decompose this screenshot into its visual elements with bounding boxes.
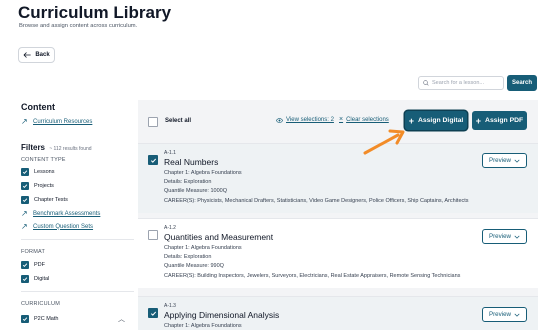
curriculum-resources-link[interactable]: ↗ Curriculum Resources xyxy=(21,117,92,126)
lesson-careers: CAREER(S): Physicists, Mechanical Drafte… xyxy=(164,198,469,204)
chevron-up-icon[interactable]: ︿ xyxy=(118,314,125,324)
benchmark-assessments-link[interactable]: ↗ Benchmark Assessments xyxy=(21,209,100,218)
view-selections-link[interactable]: View selections: 2 xyxy=(276,117,334,123)
preview-button[interactable]: Preview xyxy=(482,229,527,244)
clear-selections-link[interactable]: × Clear selections xyxy=(339,116,389,123)
checkbox-checked[interactable] xyxy=(21,182,29,190)
lesson-card[interactable]: A-1.1 Real Numbers Chapter 1: Algebra Fo… xyxy=(138,143,538,213)
search-input[interactable] xyxy=(432,80,502,86)
lesson-quantile: Quantile Measure: 1000Q xyxy=(164,188,227,194)
card-checkbox[interactable] xyxy=(148,230,158,240)
checkbox-checked[interactable] xyxy=(21,315,29,323)
external-arrow-icon: ↗ xyxy=(21,209,28,218)
filter-lessons[interactable]: Lessons xyxy=(21,168,55,176)
chevron-down-icon xyxy=(514,235,520,239)
eye-icon xyxy=(276,117,283,123)
annotation-arrow-icon xyxy=(363,129,405,155)
content-heading: Content xyxy=(21,102,55,112)
back-button-label: Back xyxy=(35,52,50,58)
filter-projects[interactable]: Projects xyxy=(21,182,54,190)
lesson-code: A-1.2 xyxy=(164,225,176,231)
preview-button[interactable]: Preview xyxy=(482,307,527,322)
lesson-careers: CAREER(S): Building Inspectors, Jewelers… xyxy=(164,273,461,279)
filter-chapter-tests[interactable]: Chapter Tests xyxy=(21,196,68,204)
lesson-code: A-1.1 xyxy=(164,150,176,156)
checkbox-checked[interactable] xyxy=(21,196,29,204)
page-title: Curriculum Library xyxy=(18,3,172,22)
plus-icon: + xyxy=(475,115,482,126)
checkbox-checked[interactable] xyxy=(21,275,29,283)
assign-pdf-button[interactable]: + Assign PDF xyxy=(472,111,527,130)
lesson-details: Details: Exploration xyxy=(164,179,212,185)
external-arrow-icon: ↗ xyxy=(21,222,28,231)
format-label: FORMAT xyxy=(21,249,46,255)
plus-icon: + xyxy=(408,115,414,126)
preview-button[interactable]: Preview xyxy=(482,153,527,168)
page-subtitle: Browse and assign content across curricu… xyxy=(19,23,138,29)
filters-heading: Filters ~ 112 results found xyxy=(21,143,92,152)
divider xyxy=(21,291,134,292)
lesson-card[interactable]: A-1.3 Applying Dimensional Analysis Chap… xyxy=(138,296,538,330)
selection-toolbar: Select all View selections: 2 × Clear se… xyxy=(138,100,538,142)
lesson-chapter: Chapter 1: Algebra Foundations xyxy=(164,170,242,176)
card-checkbox[interactable] xyxy=(148,155,158,165)
divider xyxy=(21,239,134,240)
select-all-label: Select all xyxy=(165,118,192,124)
filter-pdf[interactable]: PDF xyxy=(21,261,45,269)
external-arrow-icon: ↗ xyxy=(21,117,28,126)
assign-digital-button[interactable]: + Assign Digital xyxy=(405,111,467,130)
lesson-chapter: Chapter 1: Algebra Foundations xyxy=(164,323,242,329)
chevron-down-icon xyxy=(514,159,520,163)
results-panel: Select all View selections: 2 × Clear se… xyxy=(138,100,538,330)
search-field[interactable] xyxy=(418,76,504,90)
lesson-title: Applying Dimensional Analysis xyxy=(164,310,280,320)
content-type-label: CONTENT TYPE xyxy=(21,157,66,163)
lesson-title: Quantities and Measurement xyxy=(164,232,274,242)
sidebar: Content ↗ Curriculum Resources Filters ~… xyxy=(0,98,134,330)
lesson-title: Real Numbers xyxy=(164,157,219,167)
filter-p2c-math[interactable]: P2C Math xyxy=(21,315,58,323)
card-checkbox[interactable] xyxy=(148,308,158,318)
search-icon xyxy=(423,80,429,86)
checkbox-checked[interactable] xyxy=(21,261,29,269)
custom-question-sets-link[interactable]: ↗ Custom Question Sets xyxy=(21,222,93,231)
back-button[interactable]: Back xyxy=(18,47,55,63)
lesson-quantile: Quantile Measure: 990Q xyxy=(164,263,224,269)
lesson-code: A-1.3 xyxy=(164,303,176,309)
lesson-details: Details: Exploration xyxy=(164,254,212,260)
arrow-left-icon xyxy=(23,52,32,58)
filter-digital[interactable]: Digital xyxy=(21,275,49,283)
close-icon: × xyxy=(339,116,344,123)
lesson-chapter: Chapter 1: Algebra Foundations xyxy=(164,245,242,251)
search-button[interactable]: Search xyxy=(507,75,537,91)
checkbox-checked[interactable] xyxy=(21,168,29,176)
select-all-checkbox[interactable] xyxy=(148,117,158,127)
results-count: ~ 112 results found xyxy=(49,146,92,152)
curriculum-label: CURRICULUM xyxy=(21,301,60,307)
lesson-card[interactable]: A-1.2 Quantities and Measurement Chapter… xyxy=(138,218,538,288)
chevron-down-icon xyxy=(514,313,520,317)
